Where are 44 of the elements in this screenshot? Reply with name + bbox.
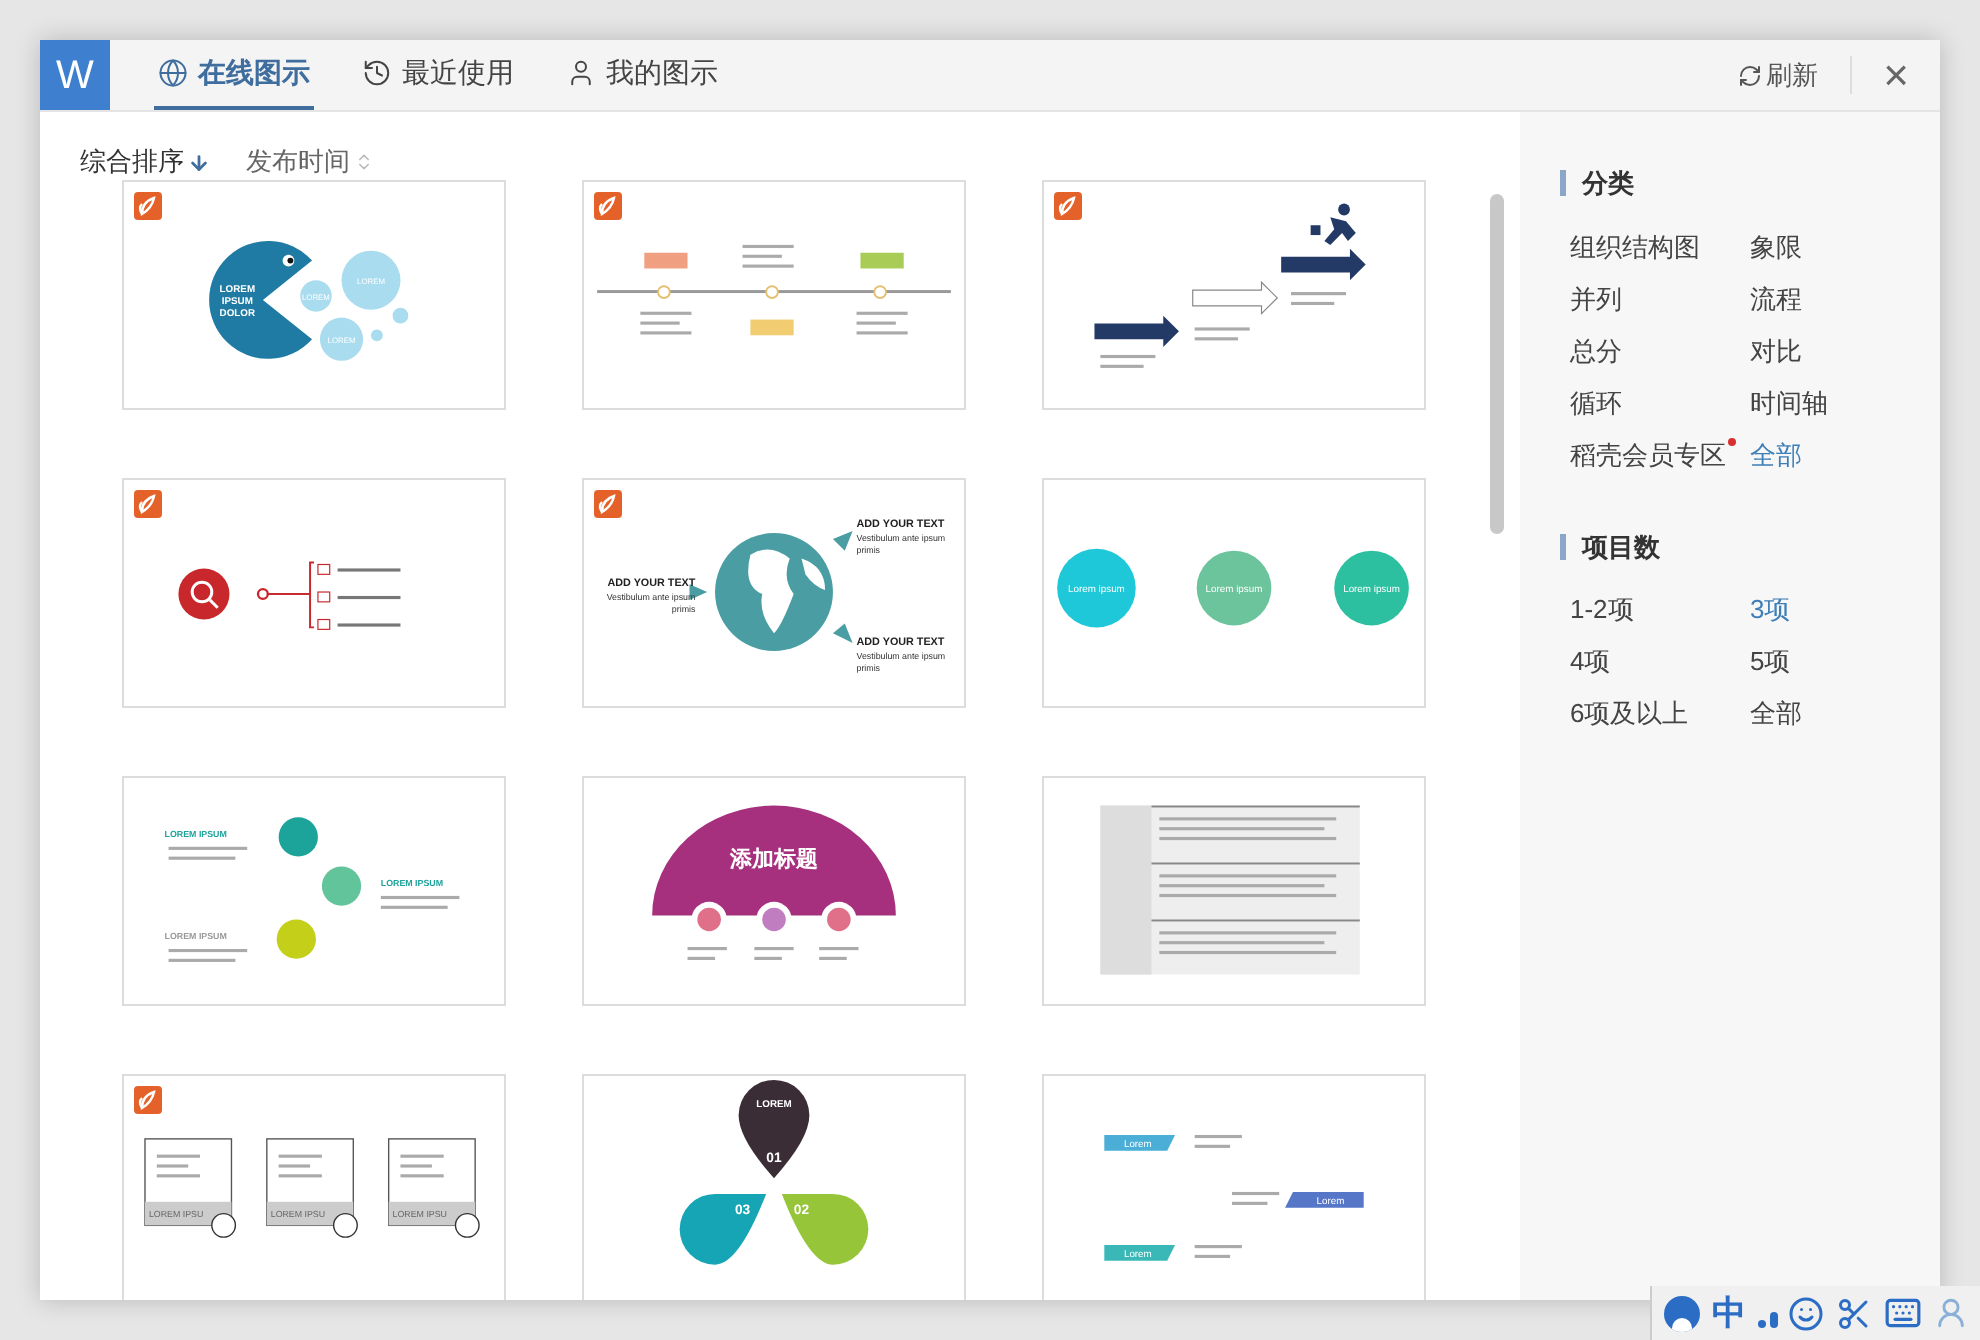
filter-option[interactable]: 稻壳会员专区 bbox=[1570, 435, 1734, 471]
filter-option[interactable]: 6项及以上 bbox=[1570, 694, 1697, 730]
filter-option[interactable]: 5项 bbox=[1750, 642, 1799, 678]
app-logo: W bbox=[40, 40, 110, 110]
history-icon bbox=[362, 58, 392, 88]
sort-updown-icon bbox=[354, 152, 374, 172]
sort-button[interactable]: 发布时间 bbox=[246, 144, 374, 180]
filter-option[interactable]: 总分 bbox=[1570, 331, 1630, 367]
template-thumbnail[interactable]: 添加标题 bbox=[582, 776, 966, 1006]
template-thumbnail[interactable] bbox=[122, 478, 506, 708]
template-thumbnail[interactable] bbox=[1042, 180, 1426, 410]
avatar-icon[interactable] bbox=[1663, 1295, 1700, 1331]
sort-button[interactable]: 综合排序 bbox=[80, 144, 210, 180]
globe-icon bbox=[158, 58, 188, 88]
template-thumbnail[interactable] bbox=[582, 180, 966, 410]
tab[interactable]: 我的图示 bbox=[562, 40, 722, 110]
thumbnail-text: 添加标题 bbox=[730, 848, 818, 873]
user-icon bbox=[566, 58, 596, 88]
tab[interactable]: 最近使用 bbox=[358, 40, 518, 110]
keyboard-icon[interactable] bbox=[1884, 1294, 1923, 1332]
scissors-icon[interactable] bbox=[1836, 1295, 1873, 1331]
filter-option[interactable]: 组织结构图 bbox=[1570, 227, 1708, 263]
filter-option[interactable]: 时间轴 bbox=[1750, 383, 1836, 419]
filter-option[interactable]: 全部 bbox=[1750, 435, 1810, 471]
filter-option[interactable]: 流程 bbox=[1750, 279, 1810, 315]
filter-option[interactable]: 象限 bbox=[1750, 227, 1810, 263]
filter-option[interactable]: 1-2项 bbox=[1570, 590, 1642, 626]
filter-option[interactable]: 并列 bbox=[1570, 279, 1630, 315]
sort-down-icon bbox=[188, 151, 210, 173]
template-thumbnail[interactable] bbox=[1042, 776, 1426, 1006]
close-button[interactable]: × bbox=[1852, 53, 1940, 97]
filter-option[interactable]: 3项 bbox=[1750, 590, 1799, 626]
smile-icon[interactable] bbox=[1788, 1295, 1825, 1331]
filter-option[interactable]: 对比 bbox=[1750, 331, 1810, 367]
filter-option[interactable]: 全部 bbox=[1750, 694, 1810, 730]
section-title: 项目数 bbox=[1582, 529, 1660, 565]
refresh-button[interactable]: 刷新 bbox=[1738, 55, 1852, 95]
input-mode[interactable]: 中 bbox=[1711, 1296, 1746, 1330]
filter-option[interactable]: 循环 bbox=[1570, 383, 1630, 419]
scrollbar-thumb[interactable] bbox=[1490, 194, 1504, 534]
filter-option[interactable]: 4项 bbox=[1570, 642, 1619, 678]
refresh-icon bbox=[1738, 63, 1762, 87]
tab[interactable]: 在线图示 bbox=[154, 40, 314, 110]
section-title: 分类 bbox=[1582, 166, 1634, 202]
